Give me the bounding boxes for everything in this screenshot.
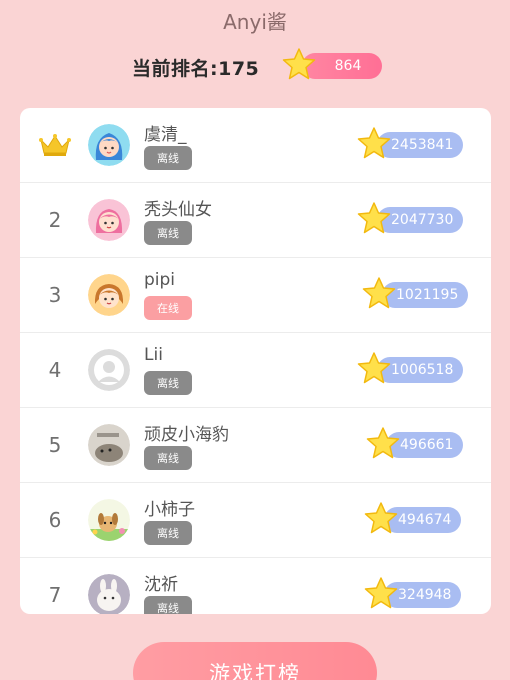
leaderboard-row[interactable]: 2 秃头仙女 离线 2047730 — [20, 183, 491, 258]
current-rank-label: 当前排名:175 — [132, 58, 260, 80]
score: 1006518 — [357, 352, 464, 388]
rank-number: 6 — [48, 508, 62, 532]
rank-number: 5 — [48, 433, 62, 457]
player-name: 虞清_ — [144, 125, 187, 145]
leaderboard-row[interactable]: 6 小柿子 离线 494674 — [20, 483, 491, 558]
status-badge: 离线 — [144, 146, 192, 170]
star-icon — [362, 277, 396, 313]
score: 494674 — [364, 502, 462, 538]
leaderboard-card: 虞清_ 离线 2453841 2 秃头仙女 离线 2047730 3 pipi — [20, 108, 491, 614]
leaderboard-row[interactable]: 虞清_ 离线 2453841 — [20, 108, 491, 183]
avatar[interactable] — [88, 124, 130, 166]
status-badge: 离线 — [144, 221, 192, 245]
rank-number: 7 — [48, 583, 62, 607]
score: 324948 — [364, 577, 462, 613]
leaderboard-row[interactable]: 3 pipi 在线 1021195 — [20, 258, 491, 333]
current-rank: 当前排名:175 — [132, 54, 259, 81]
score: 496661 — [366, 427, 464, 463]
status-badge: 离线 — [144, 371, 192, 395]
rank-number: 2 — [48, 208, 62, 232]
leaderboard-row[interactable]: 7 沈祈 离线 324948 — [20, 558, 491, 614]
avatar[interactable] — [88, 199, 130, 241]
player-name: 小柿子 — [144, 500, 195, 520]
score: 2453841 — [357, 127, 464, 163]
status-badge: 离线 — [144, 446, 192, 470]
rank-number: 3 — [48, 283, 62, 307]
leaderboard-row[interactable]: 5 顽皮小海豹 离线 496661 — [20, 408, 491, 483]
star-icon — [357, 202, 391, 238]
rank-number: 4 — [48, 358, 62, 382]
star-icon — [357, 352, 391, 388]
player-name: Lii — [144, 345, 163, 365]
crown-icon — [37, 108, 73, 182]
score: 2047730 — [357, 202, 464, 238]
avatar[interactable] — [88, 274, 130, 316]
status-badge: 离线 — [144, 521, 192, 545]
star-icon — [366, 427, 400, 463]
leaderboard-row[interactable]: 4 Lii 离线 1006518 — [20, 333, 491, 408]
player-name: 沈祈 — [144, 575, 178, 595]
star-icon — [364, 577, 398, 613]
avatar[interactable] — [88, 349, 130, 391]
player-name: 顽皮小海豹 — [144, 425, 229, 445]
avatar[interactable] — [88, 574, 130, 614]
star-icon — [357, 127, 391, 163]
my-score: 864 — [282, 48, 382, 84]
player-name: 秃头仙女 — [144, 200, 212, 220]
star-icon — [364, 502, 398, 538]
star-icon — [282, 48, 316, 84]
play-game-button[interactable]: 游戏打榜 — [133, 642, 377, 680]
status-badge: 离线 — [144, 596, 192, 614]
avatar[interactable] — [88, 424, 130, 466]
page-title: Anyi酱 — [223, 10, 287, 34]
player-name: pipi — [144, 270, 176, 290]
score: 1021195 — [362, 277, 469, 313]
status-badge: 在线 — [144, 296, 192, 320]
avatar[interactable] — [88, 499, 130, 541]
